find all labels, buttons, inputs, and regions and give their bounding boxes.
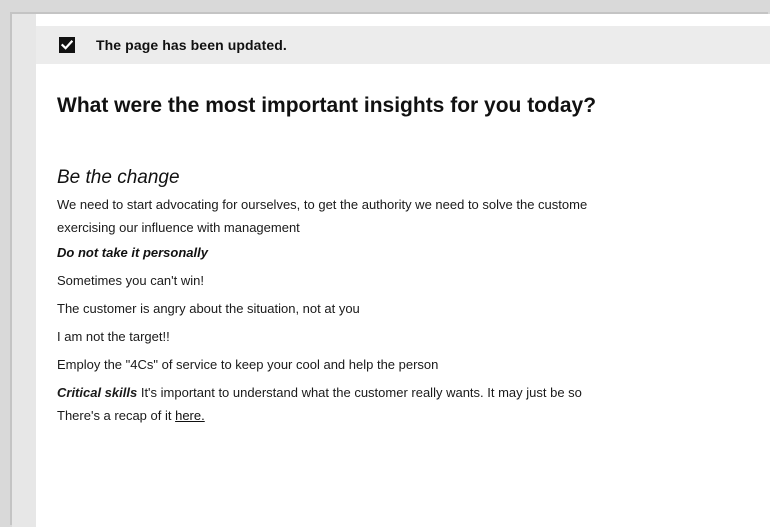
left-gutter [12,14,36,527]
recap-link[interactable]: here. [175,408,205,423]
checkbox-checked-icon [59,37,75,53]
critical-skills-text: It's important to understand what the cu… [137,385,582,400]
personal-line-1: Sometimes you can't win! [57,273,204,288]
main-content: What were the most important insights fo… [57,92,770,427]
page-frame: The page has been updated. What were the… [12,14,770,527]
recap-line: There's a recap of it here. [57,404,770,427]
personal-line-4: Employ the "4Cs" of service to keep your… [57,357,439,372]
page-title: What were the most important insights fo… [57,94,597,117]
section-intro-line-1: We need to start advocating for ourselve… [57,197,588,212]
update-notice-text: The page has been updated. [96,37,287,53]
personal-line-3: I am not the target!! [57,329,170,344]
recap-text: There's a recap of it [57,408,176,423]
personal-line-2: The customer is angry about the situatio… [57,301,360,316]
personal-heading: Do not take it personally [57,245,208,260]
critical-skills-paragraph: Critical skills It's important to unders… [57,381,770,404]
critical-skills-label: Critical skills [57,385,138,400]
update-notice-bar: The page has been updated. [36,26,770,64]
section-heading: Be the change [57,167,180,188]
section-intro-line-2: exercising our influence with management [57,220,300,235]
